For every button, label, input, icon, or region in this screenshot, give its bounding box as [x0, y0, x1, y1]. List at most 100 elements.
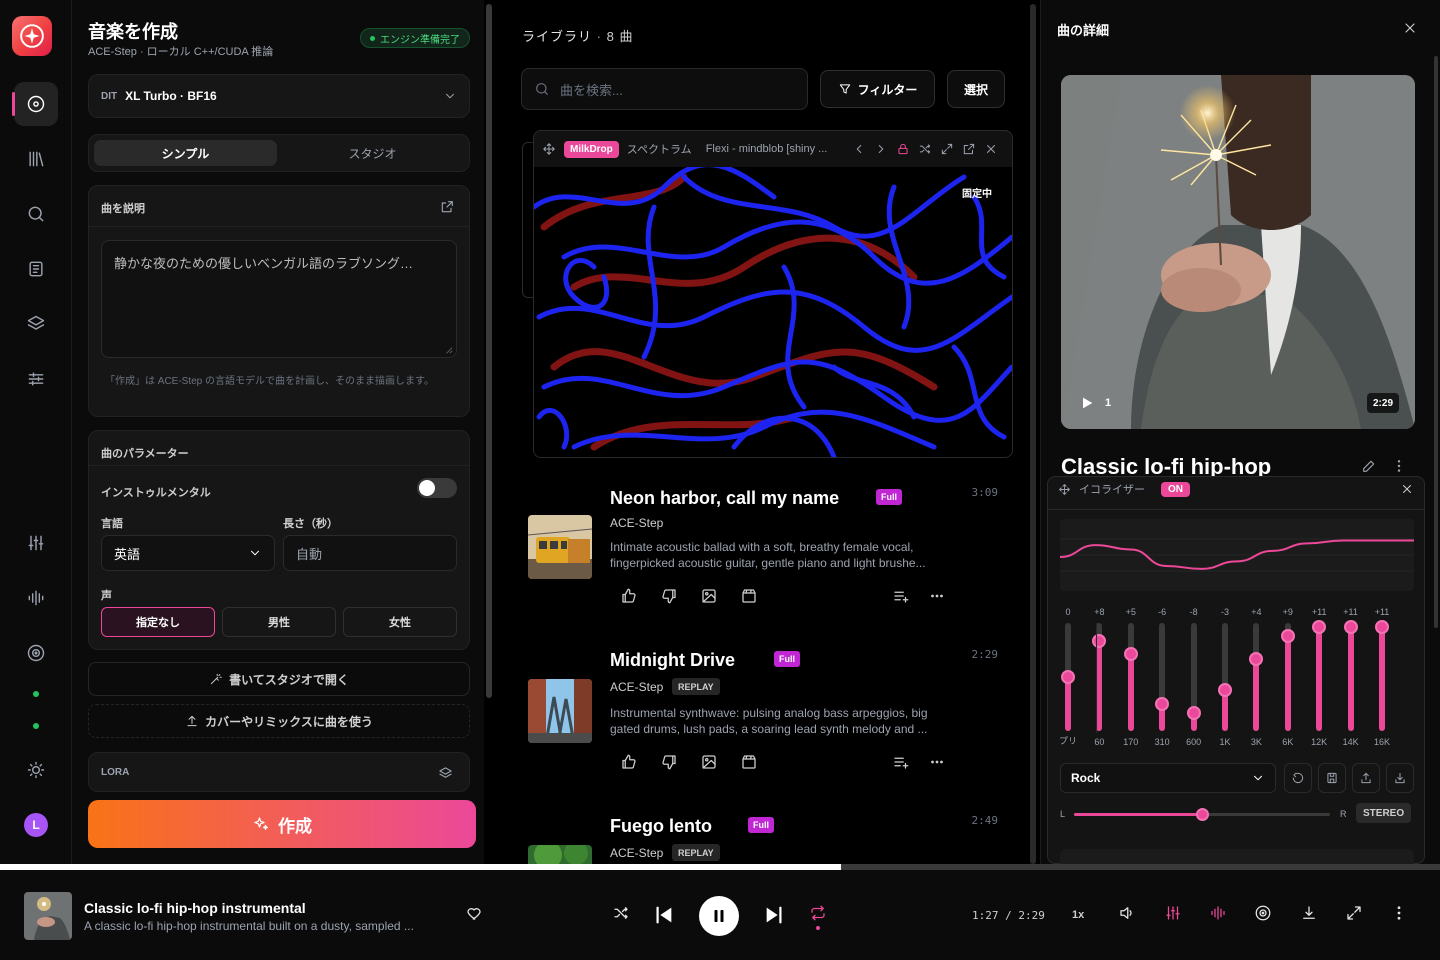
download-icon[interactable] [1300, 904, 1318, 922]
balance-slider[interactable] [1074, 808, 1330, 821]
thumbs-down-icon[interactable] [660, 587, 678, 605]
thumbs-down-icon[interactable] [660, 753, 678, 771]
track-title[interactable]: Midnight Drive [610, 650, 735, 671]
clapperboard-icon[interactable] [740, 753, 758, 771]
create-scrollbar[interactable] [486, 4, 492, 698]
repeat-icon[interactable] [809, 904, 827, 922]
nav-settings-sliders-button[interactable] [14, 357, 58, 401]
eq-band-knob[interactable] [1061, 670, 1075, 684]
nav-search-button[interactable] [14, 192, 58, 236]
nav-visualizer-button[interactable] [14, 631, 58, 675]
nav-equalizer-button[interactable] [14, 521, 58, 565]
eq-band[interactable]: +8 60 [1085, 607, 1113, 747]
chevron-right-icon[interactable] [874, 142, 888, 156]
detail-scrollbar[interactable] [1434, 56, 1438, 628]
eq-band-knob[interactable] [1312, 620, 1327, 634]
generate-button[interactable]: 作成 [88, 800, 476, 848]
milkdrop-tab[interactable]: MilkDrop [564, 140, 619, 158]
lora-section[interactable]: LORA [88, 752, 470, 792]
eq-band[interactable]: -8 600 [1180, 607, 1208, 747]
eq-band[interactable]: +11 12K [1305, 607, 1333, 747]
close-icon[interactable] [984, 142, 998, 156]
voice-male-button[interactable]: 男性 [222, 607, 336, 637]
more-horizontal-icon[interactable] [928, 587, 946, 605]
instrumental-toggle[interactable] [417, 478, 457, 498]
track-title[interactable]: Fuego lento [610, 816, 712, 837]
popout-icon[interactable] [962, 142, 976, 156]
eq-import-button[interactable] [1386, 763, 1414, 793]
user-avatar[interactable]: L [24, 813, 48, 837]
length-input[interactable]: 自動 [283, 535, 457, 571]
queue-add-icon[interactable] [892, 753, 910, 771]
spectrum-tab[interactable]: スペクトラム [627, 141, 692, 157]
write-open-studio-button[interactable]: 書いてスタジオで開く [88, 662, 470, 696]
close-icon[interactable] [1402, 20, 1418, 36]
eq-band[interactable]: -6 310 [1148, 607, 1176, 747]
image-edit-icon[interactable] [700, 753, 718, 771]
lock-icon[interactable] [896, 142, 910, 156]
nav-layers-button[interactable] [14, 302, 58, 346]
expand-icon[interactable] [1345, 904, 1363, 922]
model-selector[interactable]: DIT XL Turbo · BF16 [88, 74, 470, 118]
theme-toggle-button[interactable] [14, 748, 58, 792]
chevron-left-icon[interactable] [852, 142, 866, 156]
playback-rate-button[interactable]: 1x [1072, 909, 1084, 921]
nav-library-button[interactable] [14, 137, 58, 181]
equalizer-icon[interactable] [1164, 904, 1182, 922]
shuffle-icon[interactable] [918, 142, 932, 156]
eq-band[interactable]: +11 16K [1368, 607, 1396, 747]
song-description-input[interactable]: 静かな夜のための優しいベンガル語のラブソング… [101, 240, 457, 358]
voice-none-button[interactable]: 指定なし [101, 607, 215, 637]
more-horizontal-icon[interactable] [928, 753, 946, 771]
voice-female-button[interactable]: 女性 [343, 607, 457, 637]
player-track-title[interactable]: Classic lo-fi hip-hop instrumental [84, 900, 306, 916]
move-icon[interactable] [542, 142, 556, 156]
resize-handle-icon[interactable] [445, 346, 453, 354]
tab-studio[interactable]: スタジオ [281, 140, 464, 166]
track-row[interactable]: Neon harbor, call my name Full 3:09 ACE-… [528, 480, 1008, 620]
previous-icon[interactable] [653, 904, 675, 926]
app-logo[interactable] [12, 16, 52, 56]
pause-button[interactable] [699, 896, 739, 936]
tab-simple[interactable]: シンプル [94, 140, 277, 166]
queue-add-icon[interactable] [892, 587, 910, 605]
eq-band[interactable]: -3 1K [1211, 607, 1239, 747]
eq-band-knob[interactable] [1280, 629, 1295, 643]
clapperboard-icon[interactable] [740, 587, 758, 605]
visualizer-icon[interactable] [1254, 904, 1272, 922]
nav-lyrics-button[interactable] [14, 247, 58, 291]
equalizer-on-toggle[interactable]: ON [1161, 481, 1190, 497]
eq-preset-select[interactable]: Rock [1060, 763, 1276, 793]
eq-export-button[interactable] [1352, 763, 1380, 793]
nav-create-button[interactable] [12, 82, 58, 126]
shuffle-icon[interactable] [612, 904, 630, 922]
eq-band-knob[interactable] [1186, 706, 1201, 720]
eq-band[interactable]: +11 14K [1337, 607, 1365, 747]
close-icon[interactable] [1400, 482, 1414, 496]
move-icon[interactable] [1058, 483, 1071, 496]
eq-band-knob[interactable] [1123, 647, 1138, 661]
more-vertical-icon[interactable] [1391, 458, 1407, 474]
volume-icon[interactable] [1118, 904, 1136, 922]
stereo-toggle[interactable]: STEREO [1356, 803, 1412, 823]
eq-band[interactable]: 0 プリ [1054, 607, 1082, 747]
eq-band-knob[interactable] [1155, 697, 1170, 711]
edit-pencil-icon[interactable] [1361, 458, 1377, 474]
player-cover[interactable] [24, 892, 72, 940]
thumbs-up-icon[interactable] [620, 753, 638, 771]
track-title[interactable]: Neon harbor, call my name [610, 488, 839, 509]
eq-band[interactable]: +5 170 [1117, 607, 1145, 747]
expand-icon[interactable] [439, 199, 455, 215]
more-vertical-icon[interactable] [1390, 904, 1408, 922]
heart-icon[interactable] [465, 904, 483, 922]
search-input[interactable]: 曲を検索... [521, 68, 808, 110]
cover-remix-button[interactable]: カバーやリミックスに曲を使う [88, 704, 470, 738]
eq-band-knob[interactable] [1249, 652, 1264, 666]
eq-reset-button[interactable] [1284, 763, 1312, 793]
eq-band[interactable]: +9 6K [1274, 607, 1302, 747]
thumbs-up-icon[interactable] [620, 587, 638, 605]
track-row[interactable]: Fuego lento Full 2:49 ACE-Step REPLAY [528, 808, 1008, 864]
select-button[interactable]: 選択 [947, 70, 1005, 108]
eq-band-knob[interactable] [1218, 683, 1232, 697]
cover-art[interactable]: 1 2:29 [1061, 75, 1415, 429]
